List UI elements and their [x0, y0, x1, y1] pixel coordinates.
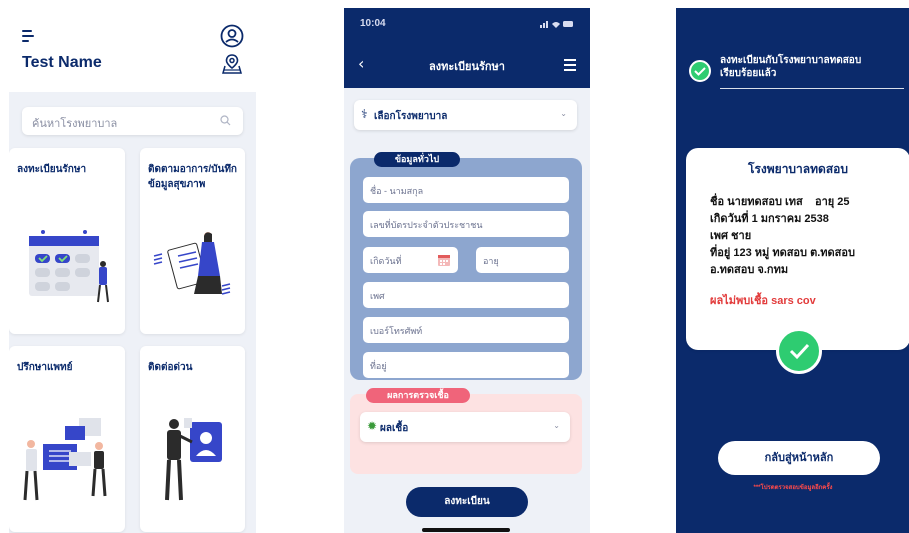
calendar-icon[interactable] [437, 253, 451, 267]
test-result-text: ผลไม่พบเชื้อ sars cov [710, 295, 816, 307]
birthdate-placeholder: เกิดวันที่ [370, 256, 402, 266]
back-to-home-button[interactable]: กลับสู่หน้าหลัก [718, 441, 880, 475]
id-card-placeholder: เลขที่บัตรประจำตัวประชาชน [370, 220, 483, 230]
info-line: เพศ ชาย [710, 230, 752, 242]
signal-wifi-battery-icon [540, 21, 573, 28]
test-result-label: ผลการตรวจเชื้อ [366, 388, 470, 403]
consult-doctor-illustration [23, 418, 107, 501]
search-placeholder: ค้นหาโรงพยาบาล [32, 118, 118, 130]
gender-field[interactable]: เพศ [363, 282, 569, 308]
urgent-contact-illustration [165, 418, 222, 501]
success-line-1: ลงทะเบียนกับโรงพยาบาลทดสอบ [720, 55, 862, 66]
home-indicator [422, 528, 510, 532]
card-label: ลงทะเบียนรักษา [17, 164, 87, 175]
address-field[interactable]: ที่อยู่ [363, 352, 569, 378]
health-record-illustration [153, 232, 231, 295]
menu-icon[interactable] [22, 30, 34, 45]
user-profile-icon[interactable] [220, 24, 244, 48]
result-card: โรงพยาบาลทดสอบ ชื่อ นายทดสอบ เทส อายุ 25… [686, 148, 909, 350]
hospital-name: โรงพยาบาลทดสอบ [748, 162, 848, 176]
birthdate-field[interactable]: เกิดวันที่ [363, 247, 458, 273]
home-body: ค้นหาโรงพยาบาล ลงทะเบียนรักษา ติดตามอากา… [9, 92, 256, 533]
name-placeholder: ชื่อ - นามสกุล [370, 186, 424, 196]
phone-field[interactable]: เบอร์โทรศัพท์ [363, 317, 569, 343]
card-register-treatment[interactable]: ลงทะเบียนรักษา [9, 148, 125, 334]
phone-placeholder: เบอร์โทรศัพท์ [370, 326, 423, 336]
register-button[interactable]: ลงทะเบียน [406, 487, 528, 517]
chevron-down-icon: ⌄ [560, 109, 567, 118]
divider [720, 88, 904, 89]
status-icons [540, 20, 574, 30]
test-result-section: ผลการตรวจเชื้อ ✹ ผลเชื้อ ⌄ [350, 388, 582, 474]
success-message: ลงทะเบียนกับโรงพยาบาลทดสอบ เรียบร้อยแล้ว [720, 54, 861, 80]
card-urgent-contact[interactable]: ติดต่อด่วน [140, 346, 245, 532]
info-line: ที่อยู่ 123 หมู่ ทดสอบ ต.ทดสอบ [710, 247, 855, 259]
chevron-down-icon: ⌄ [553, 421, 560, 430]
hamburger-menu-icon[interactable] [564, 59, 576, 74]
card-consult-doctor[interactable]: ปรึกษาแพทย์ [9, 346, 125, 532]
info-line: ชื่อ นายทดสอบ เทส อายุ 25 [710, 196, 850, 208]
info-line: เกิดวันที่ 1 มกราคม 2538 [710, 213, 829, 225]
card-label: ปรึกษาแพทย์ [17, 362, 73, 373]
age-field[interactable]: อายุ [476, 247, 569, 273]
verify-note: ***โปรดตรวจสอบข้อมูลอีกครั้ง [753, 485, 833, 491]
address-placeholder: ที่อยู่ [370, 361, 387, 371]
register-screen: 10:04 ‹ ลงทะเบียนรักษา ⚕ เลือกโรงพยาบาล … [344, 8, 590, 533]
patient-info: ชื่อ นายทดสอบ เทส อายุ 25 เกิดวันที่ 1 ม… [710, 194, 855, 279]
user-name: Test Name [22, 54, 102, 71]
calendar-illustration [29, 230, 109, 303]
home-screen: Test Name ค้นหาโรงพยาบาล ลงทะเบียนรักษา [9, 8, 256, 533]
gender-placeholder: เพศ [370, 291, 385, 301]
search-input[interactable]: ค้นหาโรงพยาบาล [22, 107, 243, 135]
hospital-select[interactable]: ⚕ เลือกโรงพยาบาล ⌄ [354, 100, 577, 130]
result-select-label: ผลเชื้อ [380, 423, 409, 434]
page-title: ลงทะเบียนรักษา [429, 61, 505, 73]
id-card-field[interactable]: เลขที่บัตรประจำตัวประชาชน [363, 211, 569, 237]
success-check-icon [689, 60, 711, 82]
card-label: ติดตามอาการ/บันทึกข้อมูลสุขภาพ [148, 164, 237, 190]
info-line: อ.ทดสอบ จ.กทม [710, 264, 789, 276]
status-time: 10:04 [360, 18, 386, 29]
card-track-symptoms[interactable]: ติดตามอาการ/บันทึกข้อมูลสุขภาพ [140, 148, 245, 334]
confirmation-screen: ลงทะเบียนกับโรงพยาบาลทดสอบ เรียบร้อยแล้ว… [676, 8, 909, 533]
general-info-section: ข้อมูลทั่วไป ชื่อ - นามสกุล เลขที่บัตรปร… [350, 152, 582, 380]
card-label: ติดต่อด่วน [148, 362, 193, 373]
top-bar: 10:04 ‹ ลงทะเบียนรักษา [344, 8, 590, 88]
big-check-icon [776, 328, 822, 374]
general-info-label: ข้อมูลทั่วไป [374, 152, 460, 167]
name-field[interactable]: ชื่อ - นามสกุล [363, 177, 569, 203]
age-placeholder: อายุ [483, 256, 499, 266]
map-location-icon[interactable] [222, 54, 242, 74]
hospital-select-label: เลือกโรงพยาบาล [374, 111, 448, 122]
virus-icon: ✹ [367, 419, 378, 433]
success-line-2: เรียบร้อยแล้ว [720, 68, 777, 79]
result-select[interactable]: ✹ ผลเชื้อ ⌄ [360, 412, 570, 442]
home-header: Test Name [9, 8, 256, 92]
search-icon [220, 115, 231, 126]
stethoscope-icon: ⚕ [361, 107, 368, 121]
